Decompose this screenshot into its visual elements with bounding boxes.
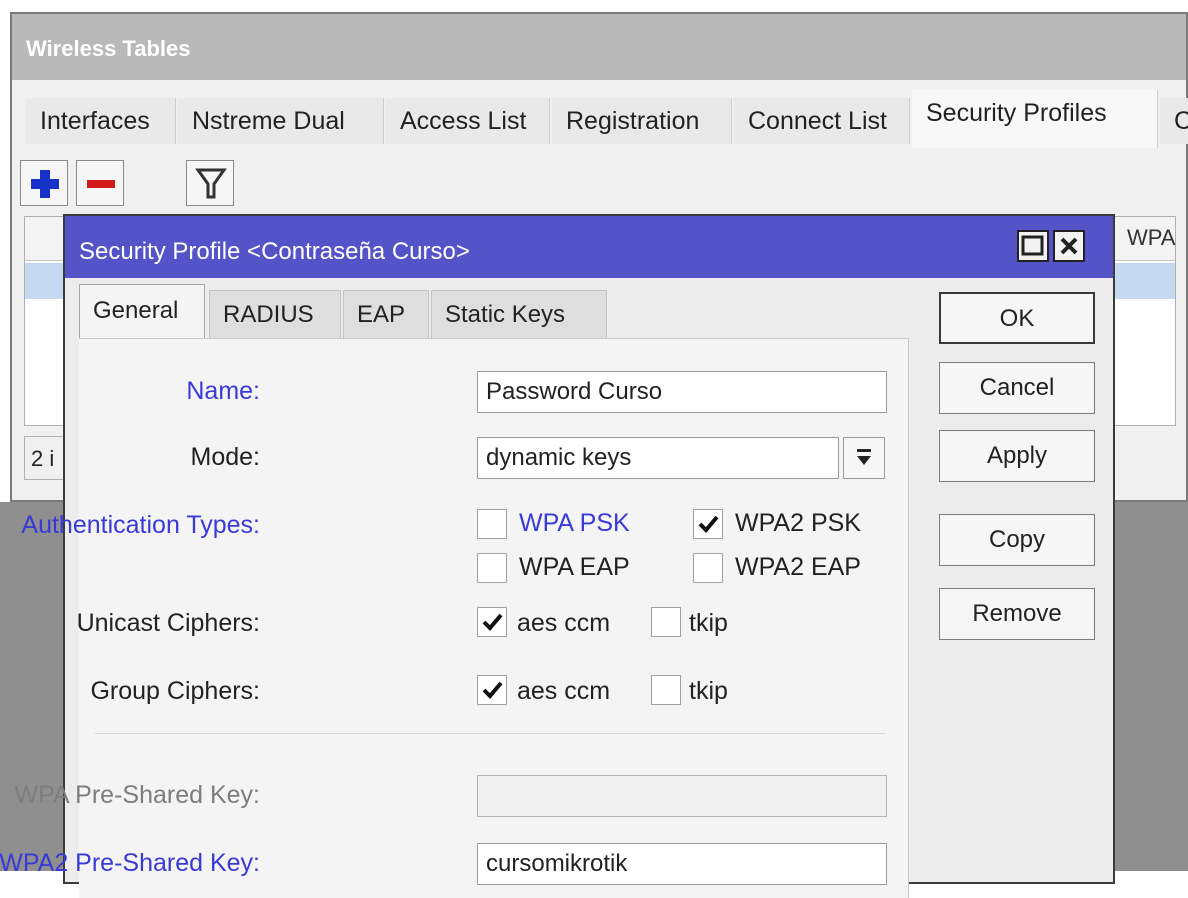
ok-button[interactable]: OK	[939, 292, 1095, 344]
wpa-psk-label: WPA PSK	[519, 509, 630, 537]
wpa2-eap-label: WPA2 EAP	[735, 553, 861, 581]
filter-icon	[195, 168, 227, 199]
dialog-tab-bar: General RADIUS EAP Static Keys	[79, 282, 919, 342]
main-tab-bar: Interfaces Nstreme Dual Access List Regi…	[12, 90, 1188, 150]
checkmark-icon	[482, 613, 503, 631]
wpa-psk-checkbox[interactable]	[477, 509, 507, 539]
name-label: Name:	[186, 377, 260, 405]
group-aes-ccm-checkbox[interactable]	[477, 675, 507, 705]
name-field[interactable]: Password Curso	[477, 371, 887, 413]
group-tkip-label: tkip	[689, 677, 728, 705]
remove-button[interactable]: Remove	[939, 588, 1095, 640]
wpa-eap-checkbox[interactable]	[477, 553, 507, 583]
unicast-tkip-checkbox[interactable]	[651, 607, 681, 637]
tab-static-keys[interactable]: Static Keys	[431, 290, 607, 338]
cancel-button[interactable]: Cancel	[939, 362, 1095, 414]
authentication-types-label: Authentication Types:	[21, 511, 260, 539]
unicast-aes-ccm-label: aes ccm	[517, 609, 611, 637]
filter-button[interactable]	[186, 160, 234, 206]
tab-access-list[interactable]: Access List	[386, 98, 550, 144]
tab-connect-list[interactable]: Connect List	[734, 98, 910, 144]
dropdown-arrow-icon	[857, 449, 871, 465]
mode-dropdown-button[interactable]	[843, 437, 885, 479]
group-ciphers-label: Group Ciphers:	[90, 677, 260, 705]
tab-interfaces[interactable]: Interfaces	[26, 98, 176, 144]
wpa2-psk-key-field[interactable]: cursomikrotik	[477, 843, 887, 885]
window-title: Wireless Tables	[12, 14, 1186, 80]
minus-icon	[87, 180, 115, 188]
checkmark-icon	[482, 681, 503, 699]
group-aes-ccm-label: aes ccm	[517, 677, 611, 705]
tab-security-profiles[interactable]: Security Profiles	[912, 90, 1158, 148]
unicast-tkip-label: tkip	[689, 609, 728, 637]
general-panel: Name: Password Curso Mode: dynamic keys …	[0, 338, 909, 898]
add-button[interactable]	[20, 160, 68, 206]
unicast-aes-ccm-checkbox[interactable]	[477, 607, 507, 637]
dialog-title: Security Profile <Contraseña Curso>	[79, 238, 470, 265]
wpa-psk-key-field[interactable]	[477, 775, 887, 817]
group-tkip-checkbox[interactable]	[651, 675, 681, 705]
close-button[interactable]	[1053, 230, 1085, 262]
plus-icon	[31, 170, 59, 198]
maximize-icon	[1021, 235, 1044, 256]
copy-button[interactable]: Copy	[939, 514, 1095, 566]
mode-select[interactable]: dynamic keys	[477, 437, 839, 479]
wpa2-psk-key-label: WPA2 Pre-Shared Key:	[0, 849, 260, 877]
divider	[95, 733, 885, 734]
dialog-titlebar[interactable]: Security Profile <Contraseña Curso>	[65, 216, 1113, 278]
close-icon	[1060, 237, 1078, 255]
unicast-ciphers-label: Unicast Ciphers:	[76, 609, 260, 637]
wpa-psk-key-label: WPA Pre-Shared Key:	[14, 781, 260, 809]
tab-general[interactable]: General	[79, 284, 205, 342]
column-header-wpa[interactable]: WPA	[1127, 225, 1175, 251]
tab-eap[interactable]: EAP	[343, 290, 429, 338]
mode-label: Mode:	[190, 443, 260, 471]
remove-button[interactable]	[76, 160, 124, 206]
wpa2-psk-label: WPA2 PSK	[735, 509, 861, 537]
tab-nstreme-dual[interactable]: Nstreme Dual	[178, 98, 384, 144]
tab-partial[interactable]: C	[1160, 98, 1188, 144]
wpa2-eap-checkbox[interactable]	[693, 553, 723, 583]
apply-button[interactable]: Apply	[939, 430, 1095, 482]
security-profile-dialog: Security Profile <Contraseña Curso> Gene…	[0, 214, 1115, 898]
checkmark-icon	[698, 515, 719, 533]
wpa-eap-label: WPA EAP	[519, 553, 630, 581]
tab-registration[interactable]: Registration	[552, 98, 732, 144]
maximize-button[interactable]	[1017, 230, 1049, 262]
tab-radius[interactable]: RADIUS	[209, 290, 341, 338]
wpa2-psk-checkbox[interactable]	[693, 509, 723, 539]
